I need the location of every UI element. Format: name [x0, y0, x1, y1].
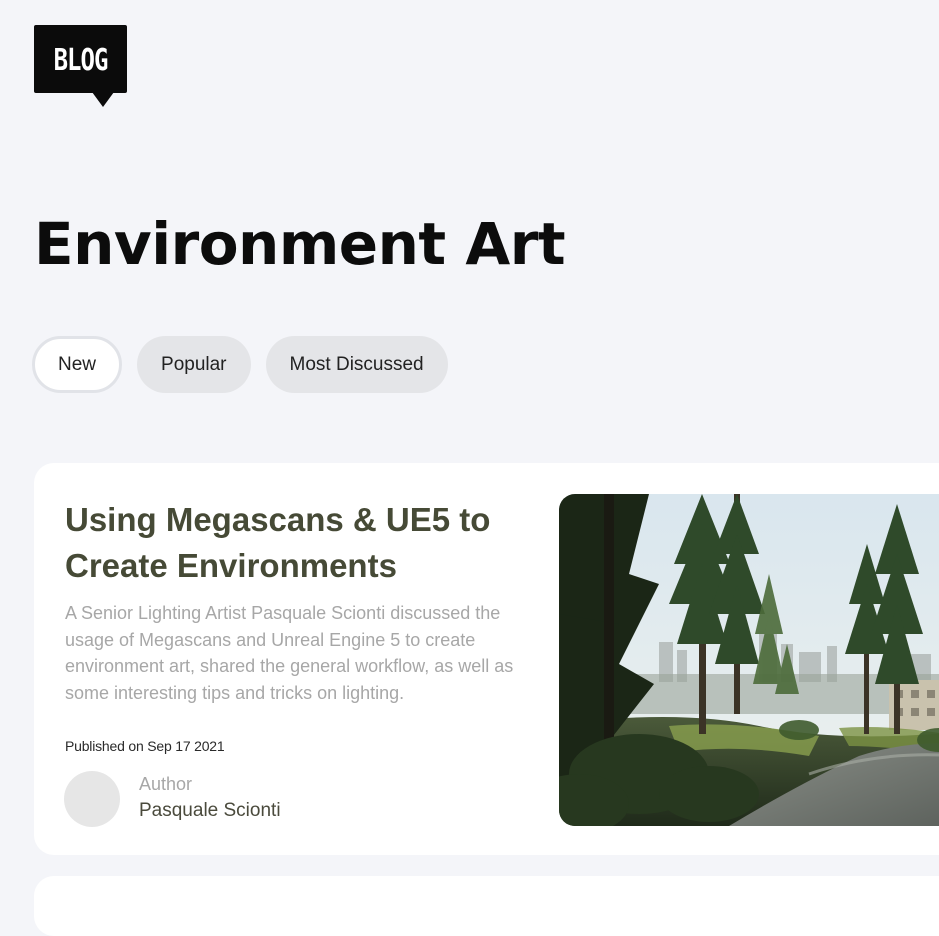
- filter-tabs: New Popular Most Discussed: [32, 336, 448, 393]
- forest-scene-image: [559, 494, 939, 826]
- author-label: Author: [139, 774, 193, 794]
- post-description: A Senior Lighting Artist Pasquale Sciont…: [65, 603, 514, 703]
- filter-new[interactable]: New: [32, 336, 123, 393]
- author-name[interactable]: Pasquale Scionti: [139, 800, 281, 822]
- page-title: Environment Art: [34, 210, 566, 278]
- logo-speech-tail: [92, 92, 114, 107]
- filter-most-discussed[interactable]: Most Discussed: [265, 336, 448, 393]
- logo-box: BLOG: [34, 25, 127, 93]
- post-title[interactable]: Using Megascans & UE5 to Create Environm…: [65, 497, 545, 589]
- blog-logo[interactable]: BLOG: [34, 25, 127, 110]
- next-post-card[interactable]: [34, 876, 939, 936]
- post-card[interactable]: Using Megascans & UE5 to Create Environm…: [34, 463, 939, 855]
- filter-popular[interactable]: Popular: [137, 336, 251, 393]
- post-published-date: Published on Sep 17 2021: [65, 738, 225, 754]
- author-avatar[interactable]: [64, 771, 120, 827]
- post-thumbnail-image[interactable]: [559, 494, 939, 826]
- logo-text: BLOG: [53, 42, 109, 78]
